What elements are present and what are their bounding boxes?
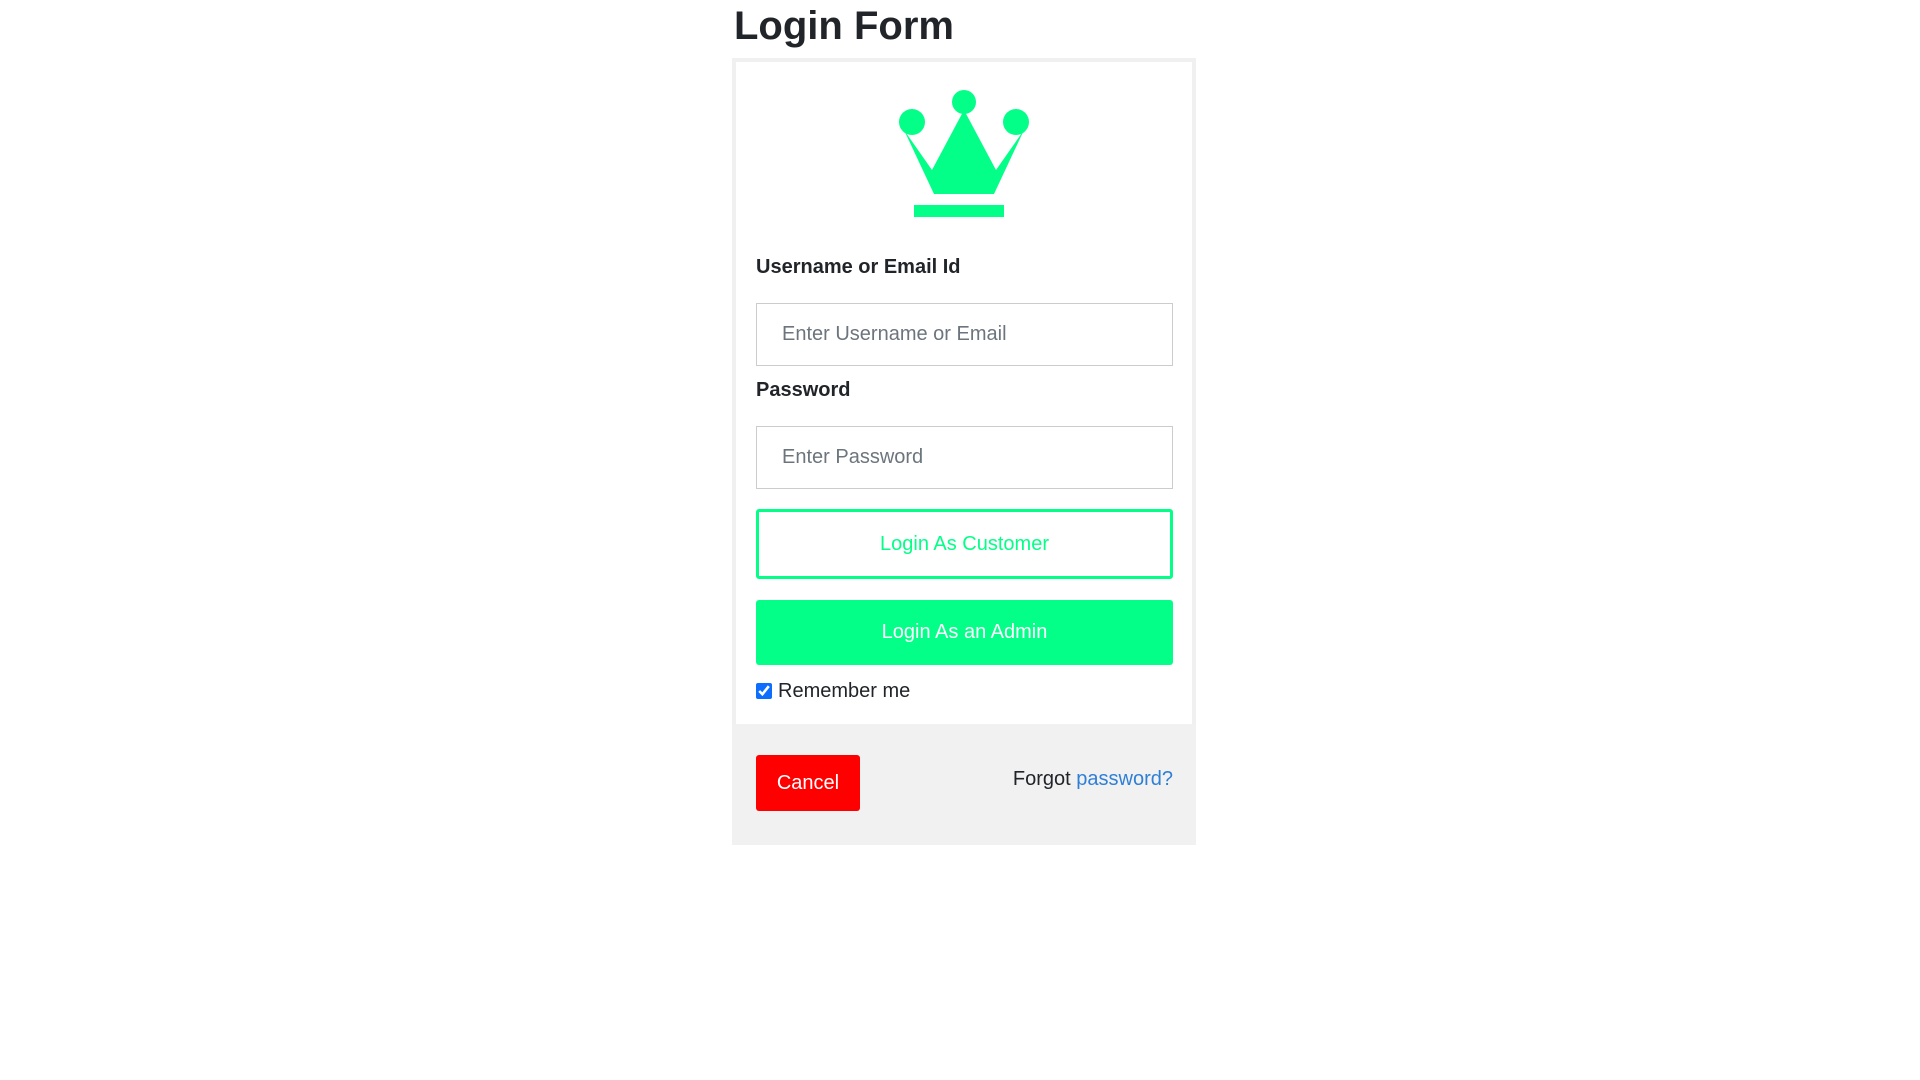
page-title: Login Form [734,4,954,48]
password-input[interactable] [756,426,1173,489]
forgot-password: Forgot password? [1013,768,1173,791]
password-label: Password [756,379,851,401]
forgot-password-link[interactable]: password? [1076,768,1173,790]
remember-me[interactable]: Remember me [756,677,910,705]
login-as-admin-button[interactable]: Login As an Admin [756,600,1173,665]
crown-icon [899,90,1029,217]
login-as-customer-button[interactable]: Login As Customer [756,509,1173,579]
login-page: Login Form Username or Email Id Password… [0,0,1920,1080]
username-label: Username or Email Id [756,256,961,278]
cancel-button[interactable]: Cancel [756,755,860,811]
remember-me-label: Remember me [778,679,911,702]
username-input[interactable] [756,303,1173,366]
forgot-prefix: Forgot [1012,768,1071,790]
remember-me-checkbox[interactable] [756,683,772,699]
